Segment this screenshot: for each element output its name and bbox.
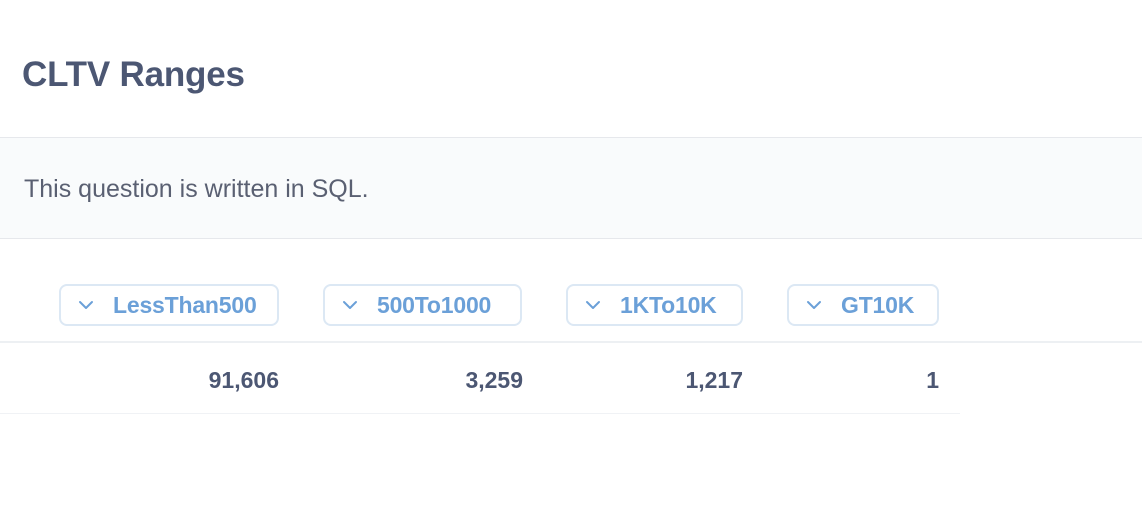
table-cell[interactable]: 3,259 (465, 367, 523, 394)
chevron-down-icon (343, 301, 357, 309)
column-header-gt10k[interactable]: GT10K (787, 284, 939, 326)
chevron-down-icon (807, 301, 821, 309)
column-label: 500To1000 (377, 291, 492, 318)
table-cell[interactable]: 1 (926, 367, 939, 394)
sql-notice-banner: This question is written in SQL. (0, 137, 1142, 239)
chevron-down-icon (79, 301, 93, 309)
table-cell[interactable]: 1,217 (685, 367, 743, 394)
chevron-down-icon (586, 301, 600, 309)
header-divider (0, 341, 1142, 343)
table-cell[interactable]: 91,606 (209, 367, 279, 394)
question-page: CLTV Ranges This question is written in … (0, 0, 1142, 506)
column-label: LessThan500 (113, 291, 257, 318)
column-label: 1KTo10K (620, 291, 717, 318)
column-label: GT10K (841, 291, 915, 318)
row-divider (0, 413, 960, 414)
column-header-500to1000[interactable]: 500To1000 (323, 284, 522, 326)
sql-notice-text: This question is written in SQL. (24, 175, 369, 203)
page-title: CLTV Ranges (22, 55, 245, 94)
results-table: LessThan500 500To1000 1KTo10K GT10K 91,6… (0, 239, 1142, 506)
column-header-1kto10k[interactable]: 1KTo10K (566, 284, 743, 326)
column-header-lessthan500[interactable]: LessThan500 (59, 284, 279, 326)
